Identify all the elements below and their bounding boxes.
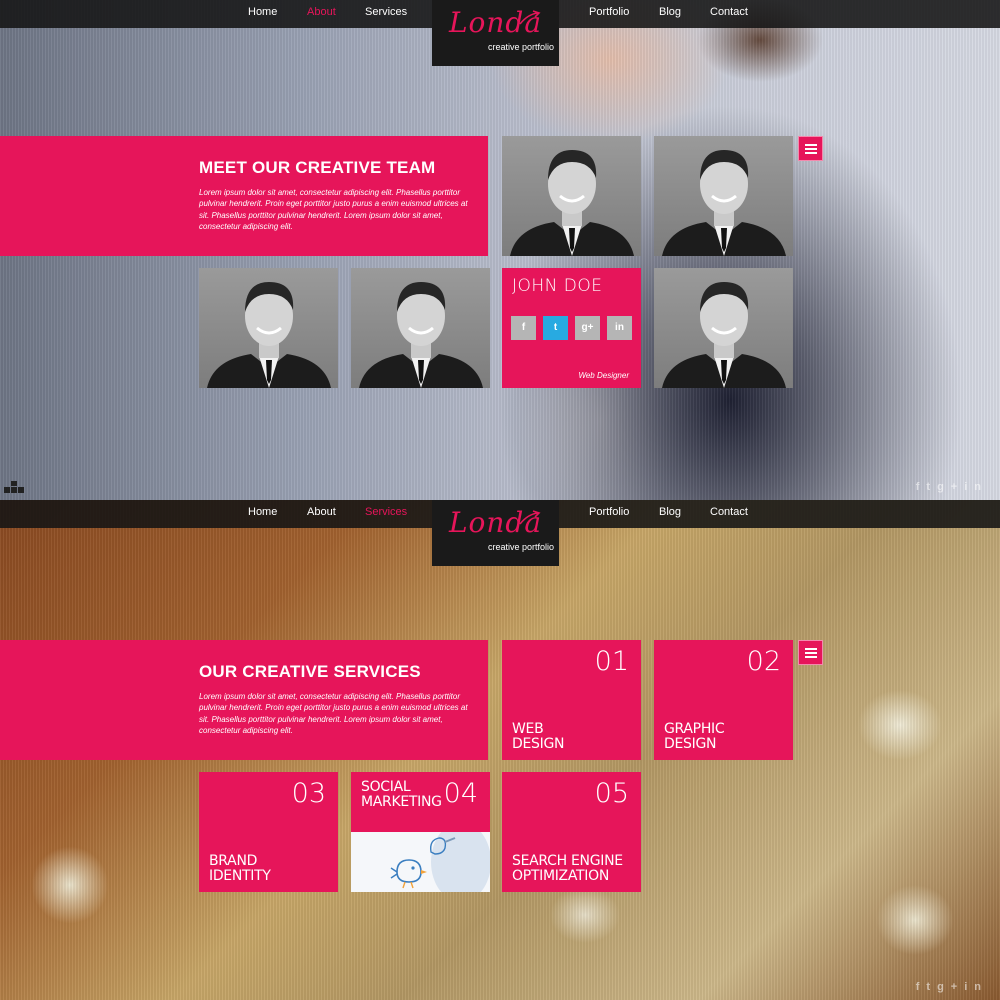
service-tile[interactable]: 01 WEB DESIGN	[502, 640, 641, 760]
google-plus-icon[interactable]: g+	[575, 316, 600, 340]
facebook-icon[interactable]: f	[916, 481, 927, 493]
team-member-photo[interactable]	[199, 268, 338, 388]
twitter-icon[interactable]: t	[926, 481, 937, 493]
service-title: GRAPHIC DESIGN	[664, 721, 725, 752]
person-portrait-icon	[207, 282, 331, 388]
section-text: Lorem ipsum dolor sit amet, consectetur …	[199, 188, 468, 232]
section-text: Lorem ipsum dolor sit amet, consectetur …	[199, 692, 468, 736]
logo[interactable]: Londa creative portfolio	[432, 0, 559, 66]
google-plus-icon[interactable]: g+	[937, 981, 964, 993]
bird-sketch-icon	[390, 822, 491, 902]
service-title: SEARCH ENGINE OPTIMIZATION	[512, 853, 623, 884]
nav-blog[interactable]: Blog	[659, 6, 681, 18]
service-number: 01	[594, 646, 629, 677]
logo-arrow-icon	[519, 10, 541, 25]
services-section: Home About Services Portfolio Blog Conta…	[0, 500, 1000, 1000]
nav-contact[interactable]: Contact	[710, 6, 748, 18]
menu-button[interactable]	[798, 136, 823, 161]
facebook-icon[interactable]: f	[916, 981, 927, 993]
linkedin-icon[interactable]: in	[607, 316, 632, 340]
google-plus-icon[interactable]: g+	[937, 481, 964, 493]
linkedin-icon[interactable]: in	[964, 481, 988, 493]
section-heading: MEET OUR CREATIVE TEAM	[199, 158, 436, 177]
service-tile[interactable]: 05 SEARCH ENGINE OPTIMIZATION	[502, 772, 641, 892]
section-heading: OUR CREATIVE SERVICES	[199, 662, 421, 681]
nav-services[interactable]: Services	[365, 506, 407, 518]
service-number: 04	[443, 778, 478, 809]
service-title: SOCIAL MARKETING	[361, 779, 442, 810]
nav-about[interactable]: About	[307, 6, 336, 18]
service-title: BRAND IDENTITY	[209, 853, 271, 884]
team-member-photo[interactable]	[351, 268, 490, 388]
logo-tagline: creative portfolio	[488, 42, 555, 52]
service-number: 05	[594, 778, 629, 809]
team-member-photo[interactable]	[502, 136, 641, 256]
person-portrait-icon	[662, 150, 786, 256]
nav-services[interactable]: Services	[365, 6, 407, 18]
service-number: 03	[291, 778, 326, 809]
logo-arrow-icon	[519, 510, 541, 525]
member-role: Web Designer	[578, 371, 629, 380]
logo-tagline: creative portfolio	[488, 542, 555, 552]
nav-contact[interactable]: Contact	[710, 506, 748, 518]
member-card[interactable]: JOHN DOE f t g+ in Web Designer	[502, 268, 641, 388]
service-tile[interactable]: 04 SOCIAL MARKETING	[351, 772, 491, 902]
footer-social-links: ftg+in	[916, 981, 988, 993]
nav-portfolio[interactable]: Portfolio	[589, 6, 629, 18]
team-member-photo[interactable]	[654, 136, 793, 256]
service-tile[interactable]: 02 GRAPHIC DESIGN	[654, 640, 793, 760]
person-portrait-icon	[662, 282, 786, 388]
intro-block: OUR CREATIVE SERVICES Lorem ipsum dolor …	[0, 640, 488, 760]
nav-portfolio[interactable]: Portfolio	[589, 506, 629, 518]
twitter-icon[interactable]: t	[926, 981, 937, 993]
person-portrait-icon	[510, 150, 634, 256]
nav-home[interactable]: Home	[248, 506, 277, 518]
nav-about[interactable]: About	[307, 506, 336, 518]
facebook-icon[interactable]: f	[511, 316, 536, 340]
intro-block: MEET OUR CREATIVE TEAM Lorem ipsum dolor…	[0, 136, 488, 256]
footer-social-links: ftg+in	[916, 481, 988, 493]
service-tile[interactable]: 03 BRAND IDENTITY	[199, 772, 338, 892]
grid-toggle-icon[interactable]	[4, 481, 26, 493]
linkedin-icon[interactable]: in	[964, 981, 988, 993]
service-illustration	[351, 822, 491, 902]
logo[interactable]: Londa creative portfolio	[432, 500, 559, 566]
about-section: Home About Services Portfolio Blog Conta…	[0, 0, 1000, 500]
service-title: WEB DESIGN	[512, 721, 565, 752]
nav-home[interactable]: Home	[248, 6, 277, 18]
service-number: 02	[746, 646, 781, 677]
member-name: JOHN DOE	[512, 276, 603, 296]
team-member-photo[interactable]	[654, 268, 793, 388]
menu-button[interactable]	[798, 640, 823, 665]
nav-blog[interactable]: Blog	[659, 506, 681, 518]
twitter-icon[interactable]: t	[543, 316, 568, 340]
person-portrait-icon	[359, 282, 483, 388]
